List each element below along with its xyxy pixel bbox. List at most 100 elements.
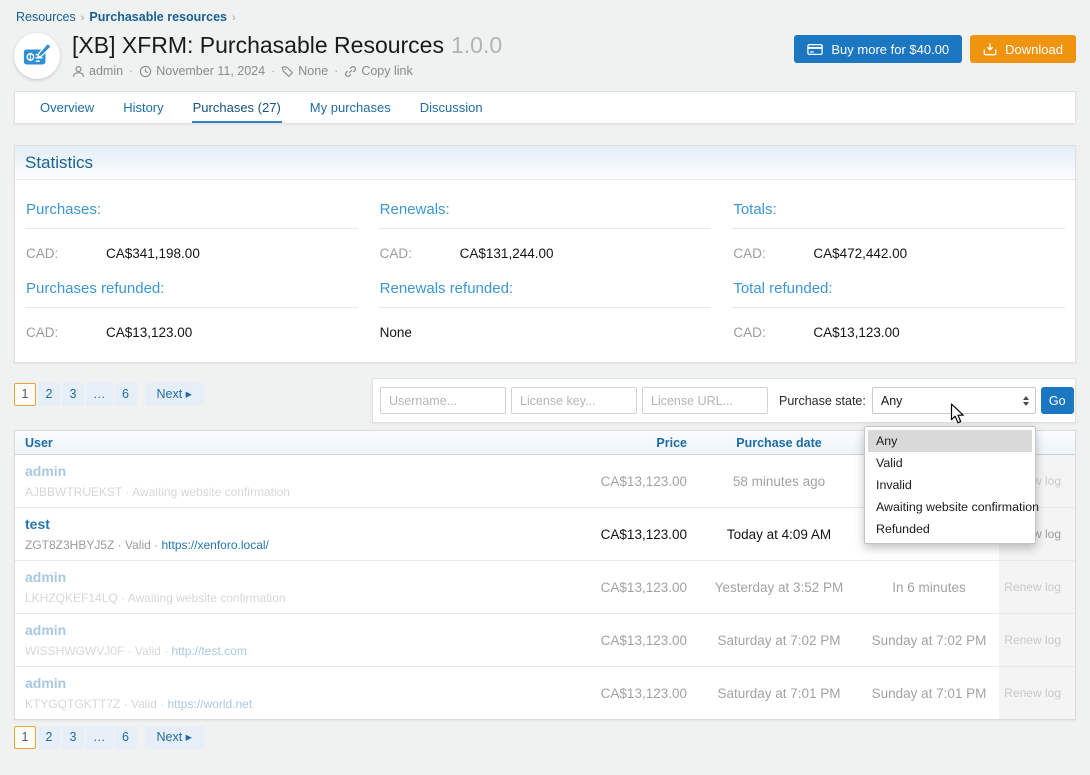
- renew-log-link[interactable]: Renew log: [1004, 580, 1061, 594]
- dropdown-option[interactable]: Awaiting website confirmation: [868, 496, 1032, 518]
- pagination-page[interactable]: 3: [62, 383, 84, 406]
- clock-icon: [139, 65, 152, 78]
- purchase-username-link[interactable]: admin: [25, 622, 66, 638]
- purchase-user-cell: admin WISSHWGWVJ0F · Valid · http://test…: [15, 614, 559, 666]
- stat-value: CA$13,123.00: [106, 325, 192, 340]
- tag-icon: [281, 65, 294, 78]
- dropdown-option[interactable]: Invalid: [868, 474, 1032, 496]
- license-state-text: AJBBWTRUEKST · Awaiting website confirma…: [25, 485, 290, 499]
- license-state-text: WISSHWGWVJ0F · Valid ·: [25, 644, 171, 658]
- pagination-page[interactable]: …: [86, 726, 113, 749]
- dropdown-option[interactable]: Valid: [868, 452, 1032, 474]
- purchase-expiry-date: Sunday at 7:01 PM: [859, 686, 999, 701]
- stat-purchases-refunded: Purchases refunded: CAD:CA$13,123.00: [25, 261, 358, 340]
- stat-label: CAD:: [26, 246, 106, 261]
- column-header-purchase-date: Purchase date: [699, 436, 859, 450]
- meta-date-text: November 11, 2024: [156, 64, 265, 78]
- tab-discussion[interactable]: Discussion: [419, 92, 484, 123]
- meta-separator: ·: [129, 64, 133, 78]
- purchase-username-link[interactable]: test: [25, 516, 50, 532]
- purchase-price: CA$13,123.00: [559, 527, 699, 542]
- purchase-state-menu: AnyValidInvalidAwaiting website confirma…: [864, 426, 1036, 544]
- purchase-license-details: AJBBWTRUEKST · Awaiting website confirma…: [25, 485, 549, 499]
- purchase-row: admin LKHZQKEF14LQ · Awaiting website co…: [15, 560, 1075, 613]
- tab-bar: Overview History Purchases (27) My purch…: [14, 91, 1076, 124]
- resource-avatar[interactable]: [14, 33, 60, 79]
- purchase-state-select[interactable]: Any: [872, 387, 1036, 414]
- tab-purchases[interactable]: Purchases (27): [192, 92, 282, 123]
- license-url-link[interactable]: https://xenforo.local/: [161, 538, 268, 552]
- pagination-page[interactable]: 2: [38, 383, 60, 406]
- meta-separator: ·: [271, 64, 275, 78]
- pagination-page[interactable]: 1: [14, 383, 36, 406]
- purchase-date: Yesterday at 3:52 PM: [699, 580, 859, 595]
- breadcrumb: Resources›Purchasable resources›: [14, 0, 1076, 32]
- breadcrumb-link-purchasable-resources[interactable]: Purchasable resources: [89, 10, 227, 24]
- resource-header: [XB] XFRM: Purchasable Resources1.0.0 ad…: [14, 32, 1076, 79]
- resource-version: 1.0.0: [451, 32, 502, 58]
- pagination-page[interactable]: 6: [115, 726, 137, 749]
- resource-title-text: [XB] XFRM: Purchasable Resources: [72, 32, 444, 58]
- license-key-input[interactable]: [511, 387, 637, 414]
- user-icon: [72, 65, 85, 78]
- copy-link-text: Copy link: [361, 64, 412, 78]
- go-button[interactable]: Go: [1041, 387, 1074, 414]
- license-url-input[interactable]: [642, 387, 768, 414]
- purchase-row: admin WISSHWGWVJ0F · Valid · http://test…: [15, 613, 1075, 666]
- stat-label: CAD:: [26, 325, 106, 340]
- stat-heading: Renewals:: [379, 201, 712, 229]
- stat-total-refunded: Total refunded: CAD:CA$13,123.00: [732, 261, 1065, 340]
- license-url-link[interactable]: https://world.net: [167, 697, 252, 711]
- tab-my-purchases[interactable]: My purchases: [309, 92, 392, 123]
- meta-separator: ·: [334, 64, 338, 78]
- meta-date: November 11, 2024: [139, 64, 265, 78]
- dropdown-option[interactable]: Any: [868, 430, 1032, 452]
- pagination-page[interactable]: 3: [62, 726, 84, 749]
- stat-label: CAD:: [733, 325, 813, 340]
- username-input[interactable]: [380, 387, 506, 414]
- buy-more-label: Buy more for $40.00: [831, 42, 949, 57]
- renew-log-link[interactable]: Renew log: [1004, 633, 1061, 647]
- purchase-action-cell: Renew log: [999, 561, 1075, 613]
- purchase-license-details: ZGT8Z3HBYJ5Z · Valid · https://xenforo.l…: [25, 538, 549, 552]
- pagination-page[interactable]: …: [86, 383, 113, 406]
- license-state-text: ZGT8Z3HBYJ5Z · Valid ·: [25, 538, 161, 552]
- renew-log-link[interactable]: Renew log: [1004, 686, 1061, 700]
- license-url-link[interactable]: http://test.com: [171, 644, 246, 658]
- statistics-grid: Purchases: CAD:CA$341,198.00 Renewals: C…: [15, 180, 1075, 362]
- download-button[interactable]: Download: [970, 35, 1076, 63]
- pagination-page[interactable]: 1: [14, 726, 36, 749]
- breadcrumb-link-resources[interactable]: Resources: [16, 10, 76, 24]
- tab-overview[interactable]: Overview: [39, 92, 95, 123]
- copy-link-button[interactable]: Copy link: [344, 64, 412, 78]
- pagination-top: 123…6 Next ▸: [14, 383, 204, 406]
- tab-history[interactable]: History: [122, 92, 164, 123]
- purchase-username-link[interactable]: admin: [25, 675, 66, 691]
- download-label: Download: [1005, 42, 1063, 57]
- license-state-text: KTYGQTGKTT7Z · Valid ·: [25, 697, 167, 711]
- purchase-user-cell: test ZGT8Z3HBYJ5Z · Valid · https://xenf…: [15, 508, 559, 560]
- purchase-user-cell: admin LKHZQKEF14LQ · Awaiting website co…: [15, 561, 559, 613]
- dropdown-option[interactable]: Refunded: [868, 518, 1032, 540]
- purchase-username-link[interactable]: admin: [25, 463, 66, 479]
- purchase-license-details: KTYGQTGKTT7Z · Valid · https://world.net: [25, 697, 549, 711]
- pagination-page[interactable]: 2: [38, 726, 60, 749]
- column-header-user: User: [15, 436, 559, 450]
- pagination-next[interactable]: Next ▸: [145, 383, 204, 406]
- purchase-state-label: Purchase state:: [779, 394, 866, 408]
- check-pencil-icon: [22, 41, 52, 71]
- purchase-price: CA$13,123.00: [559, 686, 699, 701]
- purchase-expiry-date: In 6 minutes: [859, 580, 999, 595]
- stat-value: None: [380, 325, 412, 340]
- stat-value: CA$341,198.00: [106, 246, 200, 261]
- credit-card-icon: [807, 43, 823, 56]
- purchase-price: CA$13,123.00: [559, 474, 699, 489]
- purchase-username-link[interactable]: admin: [25, 569, 66, 585]
- pagination-next[interactable]: Next ▸: [145, 726, 204, 749]
- stat-value: CA$13,123.00: [813, 325, 899, 340]
- filter-bar: Purchase state: Any Go: [372, 378, 1076, 423]
- stat-heading: Total refunded:: [732, 280, 1065, 308]
- buy-more-button[interactable]: Buy more for $40.00: [794, 35, 962, 63]
- purchase-date: Saturday at 7:01 PM: [699, 686, 859, 701]
- pagination-page[interactable]: 6: [115, 383, 137, 406]
